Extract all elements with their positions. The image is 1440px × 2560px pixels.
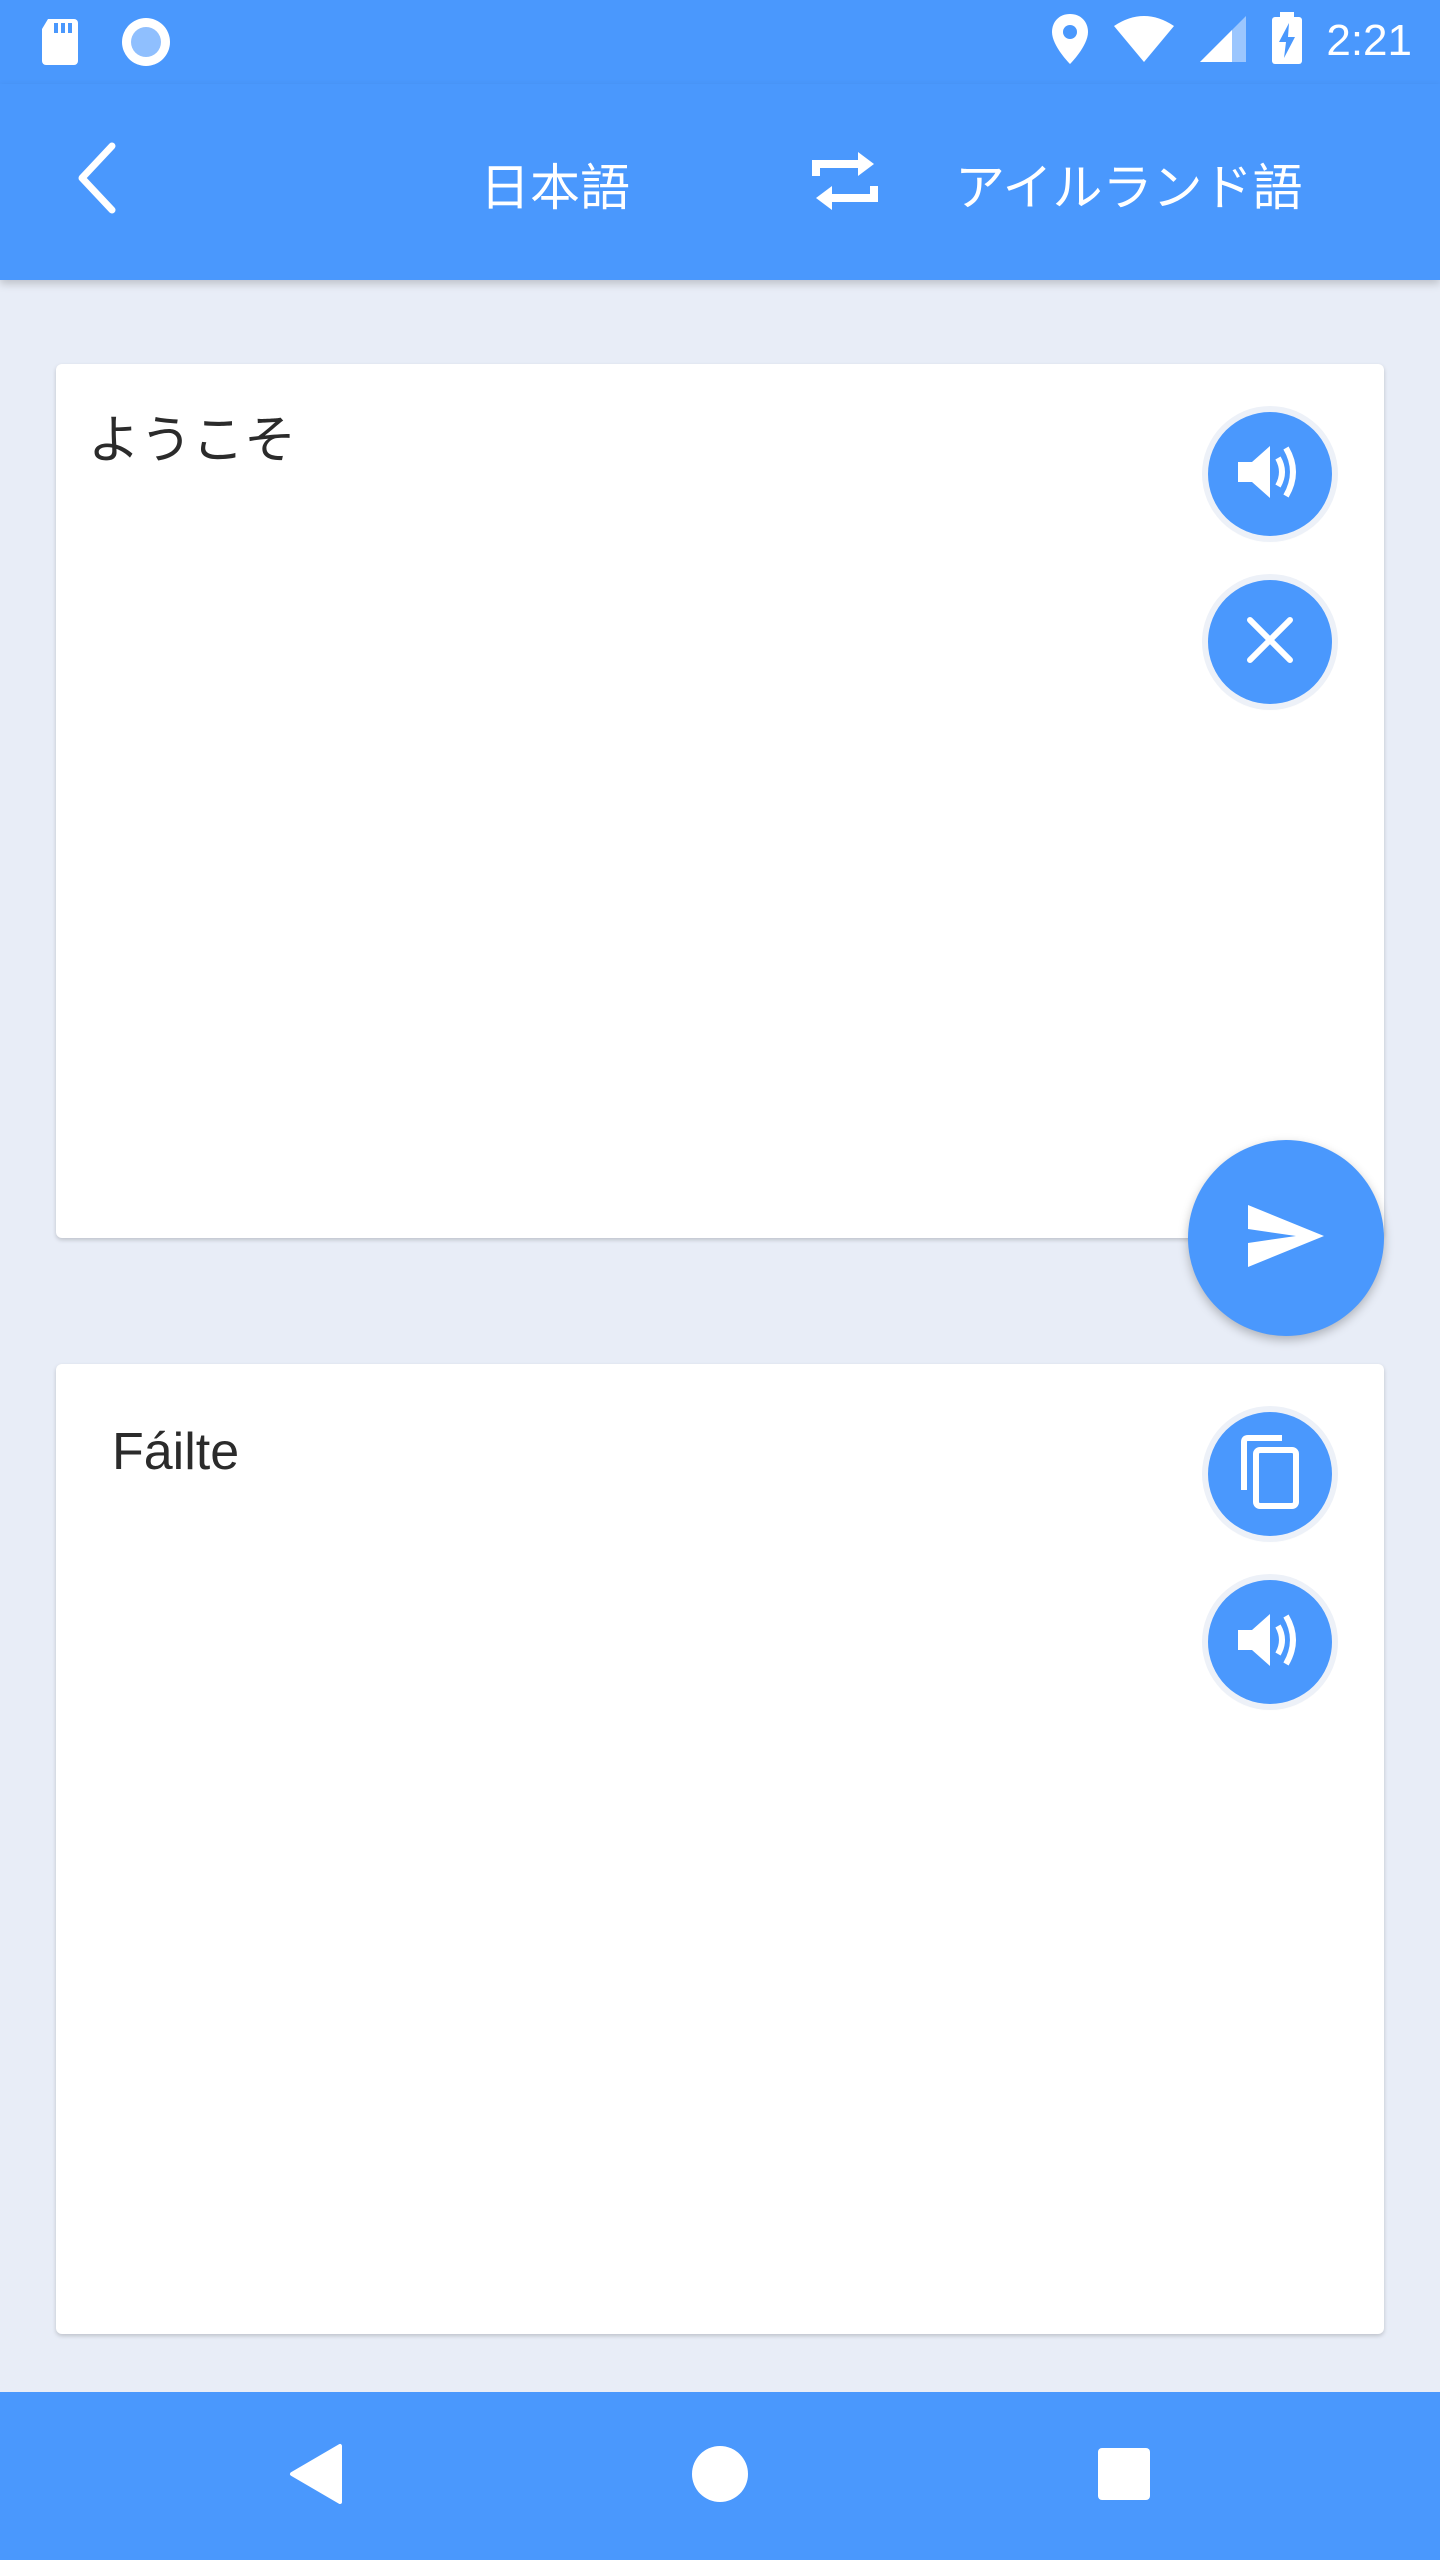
chevron-left-icon xyxy=(68,138,128,222)
copy-translation-button[interactable] xyxy=(1208,1412,1332,1536)
status-time: 2:21 xyxy=(1326,16,1412,65)
translation-text: Fáilte xyxy=(112,1423,240,1481)
nav-home-button[interactable] xyxy=(670,2426,770,2526)
send-icon xyxy=(1246,1203,1326,1273)
speak-source-button[interactable] xyxy=(1208,412,1332,536)
close-icon xyxy=(1242,612,1298,672)
back-button[interactable] xyxy=(56,138,140,222)
speaker-icon xyxy=(1234,1608,1306,1676)
speaker-icon xyxy=(1234,440,1306,508)
wifi-icon xyxy=(1112,14,1176,68)
record-icon xyxy=(120,16,172,72)
translation-panel: Fáilte xyxy=(56,1364,1384,2334)
signal-icon xyxy=(1198,14,1248,68)
nav-back-button[interactable] xyxy=(266,2426,366,2526)
swap-languages-button[interactable] xyxy=(808,144,882,218)
target-language-selector[interactable]: アイルランド語 xyxy=(955,148,1303,220)
recents-square-icon xyxy=(1096,2446,1152,2506)
speak-translation-button[interactable] xyxy=(1208,1580,1332,1704)
app-bar: 日本語 アイルランド語 xyxy=(0,84,1440,280)
location-icon xyxy=(1050,12,1090,70)
system-navigation-bar xyxy=(0,2392,1440,2560)
swap-icon xyxy=(808,152,882,222)
source-text-input[interactable]: ようこそ xyxy=(88,398,296,473)
source-text-panel: ようこそ xyxy=(56,364,1384,1238)
copy-icon xyxy=(1238,1434,1302,1514)
source-language-selector[interactable]: 日本語 xyxy=(480,148,630,220)
home-circle-icon xyxy=(690,2444,750,2508)
nav-recents-button[interactable] xyxy=(1074,2426,1174,2526)
translate-button[interactable] xyxy=(1188,1140,1384,1336)
back-triangle-icon xyxy=(286,2442,346,2510)
battery-charging-icon xyxy=(1270,12,1304,70)
sd-card-icon xyxy=(40,17,80,71)
status-bar: 2:21 xyxy=(0,0,1440,84)
clear-text-button[interactable] xyxy=(1208,580,1332,704)
